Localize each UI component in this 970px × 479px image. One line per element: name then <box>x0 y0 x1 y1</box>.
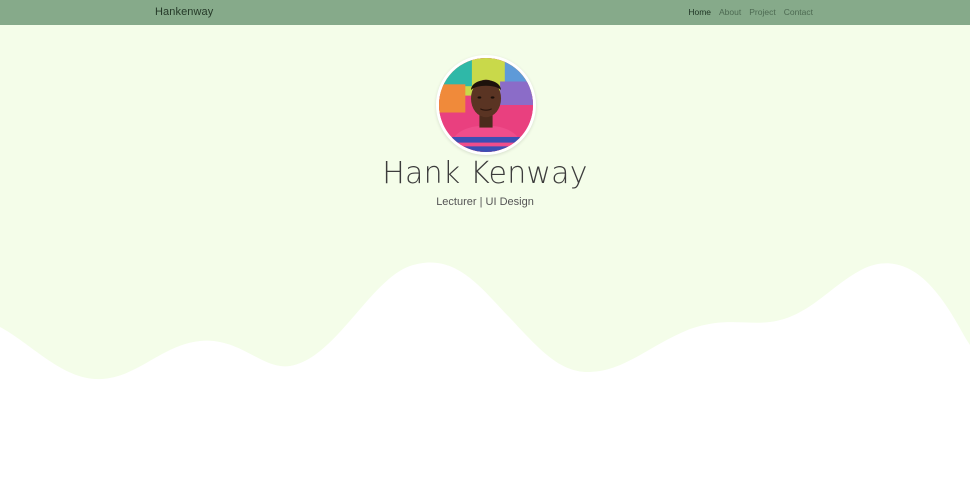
brand-logo-link[interactable]: Hankenway <box>155 0 213 25</box>
nav-link-home[interactable]: Home <box>688 0 711 25</box>
profile-subtitle: Lecturer | UI Design <box>436 196 534 208</box>
profile-photo <box>439 58 533 152</box>
top-navbar: Hankenway Home About Project Contact <box>0 0 970 25</box>
nav-link-project[interactable]: Project <box>749 0 775 25</box>
nav-link-about[interactable]: About <box>719 0 741 25</box>
nav-link-contact[interactable]: Contact <box>784 0 813 25</box>
profile-name: Hank Kenway <box>382 156 588 191</box>
profile-avatar <box>436 55 536 155</box>
nav-links: Home About Project Contact <box>688 0 813 25</box>
hero-section: Hank Kenway Lecturer | UI Design <box>0 25 970 479</box>
